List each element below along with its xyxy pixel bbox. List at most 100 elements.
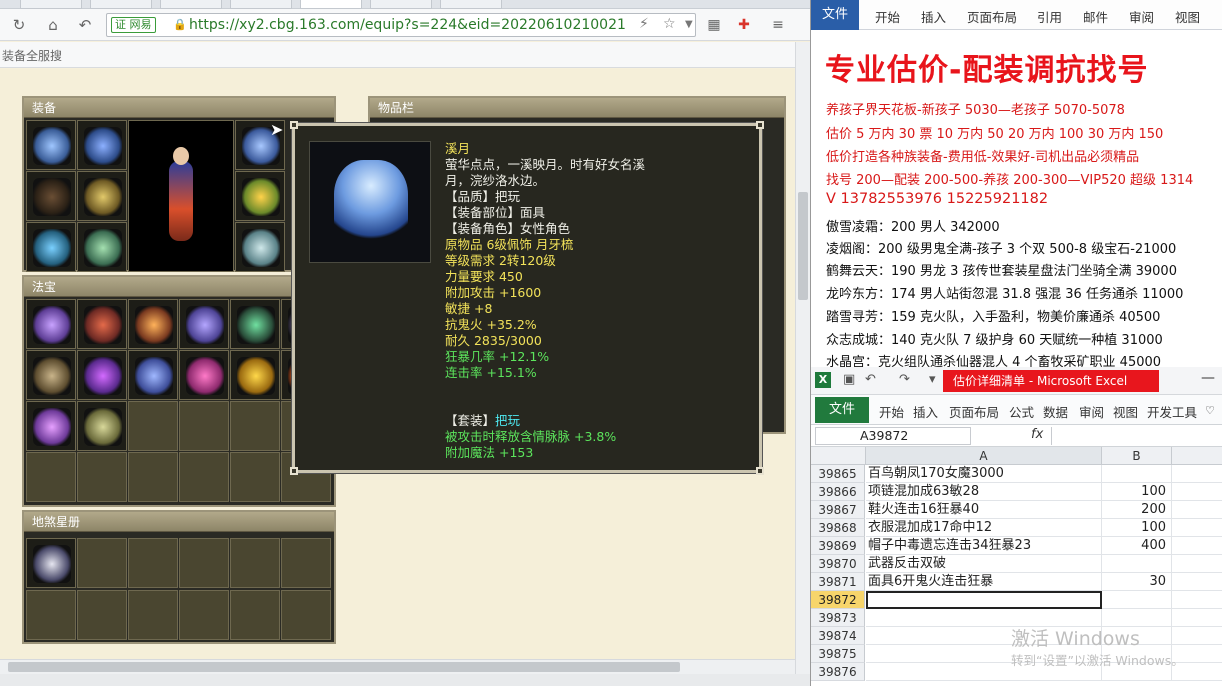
dishaxing-slot-empty[interactable] [281,590,331,640]
ribbon-toggle-icon[interactable]: ♡ [1205,404,1215,417]
formula-input[interactable] [1051,427,1222,445]
row-header[interactable]: 39875 [811,645,865,663]
cell-b[interactable] [1102,465,1172,483]
fabao-slot-empty[interactable] [230,452,280,502]
address-bar[interactable]: 证 网易 🔒 https://xy2.cbg.163.com/equip?s=2… [106,13,696,37]
column-header-b[interactable]: B [1102,447,1172,465]
browser-tab-active[interactable] [300,0,362,9]
cell-b[interactable]: 100 [1102,483,1172,501]
fabao-slot[interactable] [26,350,76,400]
dishaxing-slot-empty[interactable] [230,590,280,640]
customize-icon[interactable]: ▾ [929,372,936,387]
url-text[interactable]: https://xy2.cbg.163.com/equip?s=224&eid=… [189,17,634,33]
cell-b[interactable]: 200 [1102,501,1172,519]
cell-c[interactable] [1172,555,1222,573]
browser-tab[interactable] [370,0,432,9]
row-header[interactable]: 39870 [811,555,865,573]
word-tab-mailings[interactable]: 邮件 [1083,7,1108,26]
dishaxing-slot-empty[interactable] [128,538,178,588]
active-cell[interactable] [866,591,1102,609]
word-tab-references[interactable]: 引用 [1037,7,1062,26]
word-tab-file[interactable]: 文件 [811,0,859,30]
fabao-slot[interactable] [26,401,76,451]
cell-b[interactable]: 30 [1102,573,1172,591]
cell-c[interactable] [1172,627,1222,645]
cell-a[interactable]: 帽子中毒遗忘连击34狂暴23 [866,537,1102,555]
excel-tab-review[interactable]: 审阅 [1079,402,1104,421]
fabao-slot-empty[interactable] [230,401,280,451]
column-header-a[interactable]: A [866,447,1102,465]
row-header[interactable]: 39869 [811,537,865,555]
equip-slot-cloak[interactable] [77,120,127,170]
redo-icon[interactable]: ↷ [899,372,910,387]
horizontal-scrollbar[interactable] [0,659,795,674]
fabao-slot[interactable] [179,350,229,400]
home-icon[interactable]: ⌂ [42,14,64,36]
cell-a[interactable]: 项链混加成63敏28 [866,483,1102,501]
cell-c[interactable] [1172,591,1222,609]
fabao-slot-empty[interactable] [77,452,127,502]
excel-tab-formulas[interactable]: 公式 [1009,402,1034,421]
cell-a[interactable]: 面具6开鬼火连击狂暴 [866,573,1102,591]
cell-c[interactable] [1172,465,1222,483]
fabao-slot[interactable] [230,299,280,349]
function-icon[interactable]: fx [1031,427,1043,442]
cell-c[interactable] [1172,483,1222,501]
dishaxing-slot-empty[interactable] [128,590,178,640]
equip-slot-weapon[interactable] [26,222,76,272]
star-icon[interactable]: ☆ [663,16,676,32]
cell-b[interactable]: 100 [1102,519,1172,537]
bookmark-item[interactable]: 装备全服搜 [2,47,62,64]
name-box[interactable]: A39872 [815,427,971,445]
refresh-icon[interactable]: ↻ [8,14,30,36]
cell-c[interactable] [1172,501,1222,519]
fabao-slot[interactable] [230,350,280,400]
cell-a[interactable]: 衣服混加成17命中12 [866,519,1102,537]
cell-a[interactable]: 百鸟朝凤170女魔3000 [866,465,1102,483]
scroll-thumb[interactable] [798,192,808,300]
gamepad-icon[interactable]: ✚ [734,15,754,35]
dishaxing-slot-empty[interactable] [77,590,127,640]
row-header[interactable]: 39865 [811,465,865,483]
fabao-slot-empty[interactable] [128,401,178,451]
fabao-slot[interactable] [77,350,127,400]
fabao-slot-empty[interactable] [179,452,229,502]
cell-c[interactable] [1172,537,1222,555]
equip-slot-mount[interactable] [235,222,285,272]
browser-tab[interactable] [230,0,292,9]
cell-b[interactable] [1102,591,1172,609]
excel-tab-file[interactable]: 文件 [815,397,869,423]
fabao-slot[interactable] [128,350,178,400]
chevron-down-icon[interactable]: ▼ [685,19,693,30]
row-header[interactable]: 39866 [811,483,865,501]
fabao-slot[interactable] [77,299,127,349]
dishaxing-slot-empty[interactable] [77,538,127,588]
dishaxing-slot-empty[interactable] [26,590,76,640]
fabao-slot[interactable] [128,299,178,349]
undo-icon[interactable]: ↶ [865,372,876,387]
undo-icon[interactable]: ↶ [74,14,96,36]
certificate-badge[interactable]: 证 网易 [111,17,156,33]
word-tab-view[interactable]: 视图 [1175,7,1200,26]
row-header[interactable]: 39873 [811,609,865,627]
cell-c[interactable] [1172,519,1222,537]
spreadsheet-grid[interactable]: A B 39865 百鸟朝凤170女魔3000 39866 项链混加成63敏28 100… [811,447,1222,686]
cell-a[interactable]: 鞋火连击16狂暴40 [866,501,1102,519]
word-tab-insert[interactable]: 插入 [921,7,946,26]
column-header-c[interactable] [1172,447,1222,465]
row-header[interactable]: 39874 [811,627,865,645]
fabao-slot-empty[interactable] [128,452,178,502]
excel-tab-insert[interactable]: 插入 [913,402,938,421]
menu-icon[interactable]: ≡ [768,15,788,35]
word-document[interactable]: 专业估价-配装调抗找号 养孩子界天花板-新孩子 5030—老孩子 5070-50… [811,31,1222,367]
cell-c[interactable] [1172,573,1222,591]
excel-tab-data[interactable]: 数据 [1043,402,1068,421]
dishaxing-slot-empty[interactable] [179,538,229,588]
fabao-slot-empty[interactable] [26,452,76,502]
equip-slot-necklace[interactable] [26,171,76,221]
cell-b[interactable]: 400 [1102,537,1172,555]
equip-slot-armor[interactable] [77,171,127,221]
equip-slot-helmet[interactable] [26,120,76,170]
word-tab-home[interactable]: 开始 [875,7,900,26]
dishaxing-slot-empty[interactable] [281,538,331,588]
